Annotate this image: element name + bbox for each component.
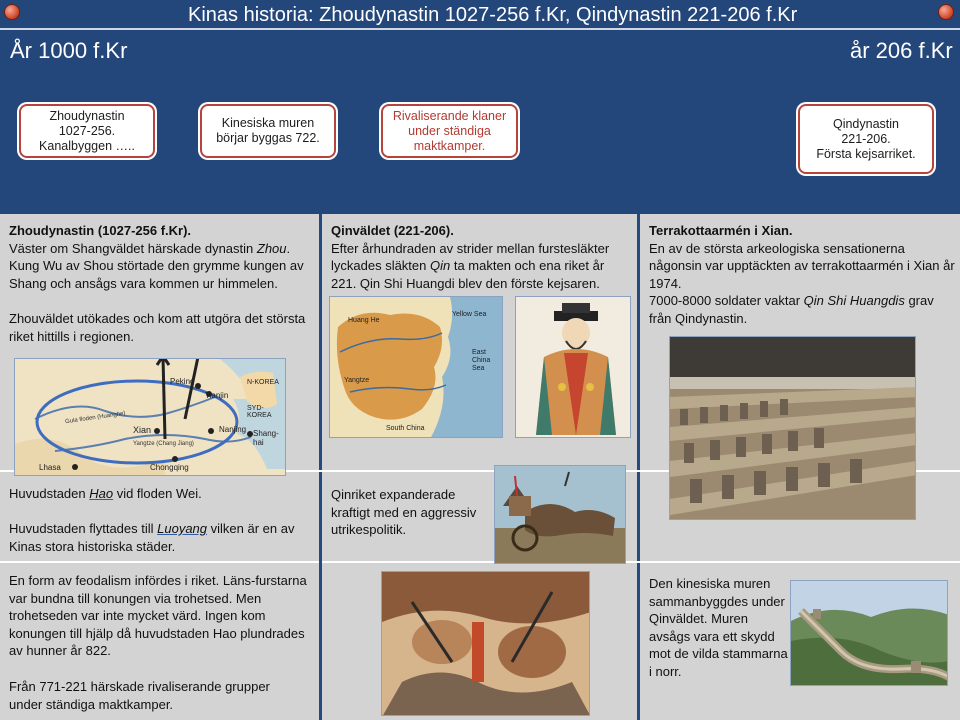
qin-text: Qinväldet (221-206). Efter århundraden a… [331,223,610,291]
qin-map-label-huanghe: Huang He [348,317,380,324]
battle-painting-image [381,571,590,716]
qin-expand-text: Qinriket expanderade kraftigt med en agg… [331,487,477,537]
map-label-yangtze: Yangtze (Chang Jiang) [133,441,194,447]
map-label-lhasa: Lhasa [39,463,61,472]
zhou-feudal-text: En form av feodalism infördes i riket. L… [9,573,307,658]
column-divider [319,214,322,720]
zhou-moved-text: Huvudstaden flyttades till Luoyang vilke… [9,521,295,554]
qin-heading: Qinväldet (221-206). [331,223,454,238]
window-close-icon-right[interactable] [938,4,954,20]
row-divider [322,561,960,563]
great-wall-image [790,580,948,686]
map-label-nanjing: Nanjing [219,425,247,434]
timeline-event-qin: Qindynastin 221-206. Första kejsarriket. [798,104,934,174]
zhou-heading: Zhoudynastin (1027-256 f.Kr). [9,223,192,238]
title-bar: Kinas historia: Zhoudynastin 1027-256 f.… [0,0,960,30]
qin-map-label-yellow-sea: Yellow Sea [452,311,487,318]
timeline-event-clans: Rivaliserande klaner under ständiga makt… [381,104,518,158]
map-label-beijing: Peking [170,377,195,386]
zhou-map-image: Peking Tianjin N-KOREA SYD-KOREA Xian Na… [14,358,286,476]
timeline-event-zhou: Zhoudynastin 1027-256. Kanalbyggen ….. [19,104,155,158]
map-label-chongqing: Chongqing [150,463,189,472]
map-label-skorea: SYD-KOREA [247,405,272,419]
zhou-rivals-text: Från 771-221 härskade rivaliserande grup… [9,679,270,712]
column-divider [637,214,640,720]
zhou-paragraph-3: Zhouväldet utökades och kom att utgöra d… [9,311,306,344]
header-banner: Kinas historia: Zhoudynastin 1027-256 f.… [0,0,960,214]
great-wall-text: Den kinesiska muren sammanbyggdes under … [649,576,788,679]
page-title: Kinas historia: Zhoudynastin 1027-256 f.… [188,4,798,26]
row-divider [0,561,319,563]
map-label-xian: Xian [133,425,152,435]
emperor-portrait-image [515,296,631,438]
map-label-nkorea: N-KOREA [247,379,279,386]
terracotta-heading: Terrakottaarmén i Xian. [649,223,793,238]
qin-map-label-yangtze: Yangtze [344,377,370,384]
window-close-icon[interactable] [4,4,20,20]
zhou-paragraph-2: Kung Wu av Shou störtade den grymme kung… [9,258,304,291]
map-label-tianjin: Tianjin [205,391,229,400]
terracotta-paragraph-1: En av de största arkeologiska sensatione… [649,240,955,291]
qin-map-image: Huang He Yellow Sea East China Sea South… [329,296,503,438]
timeline: År 1000 f.Kr år 206 f.Kr Zhoudynastin 10… [0,28,960,214]
terracotta-army-image [669,336,916,520]
zhou-text: Zhoudynastin (1027-256 f.Kr). Väster om … [9,223,304,291]
zhou-capital-text: Huvudstaden Hao vid floden Wei. [9,486,202,501]
map-label-shanghai: Shang-hai [253,429,279,447]
timeline-end-year: år 206 f.Kr [850,38,953,63]
terracotta-text: Terrakottaarmén i Xian. En av de största… [649,223,955,326]
timeline-event-wall: Kinesiska muren börjar byggas 722. [200,104,336,158]
timeline-start-year: År 1000 f.Kr [10,38,128,63]
qin-map-label-east-china-sea: East China Sea [472,349,491,372]
qin-map-label-south-china: South China [386,425,425,432]
chariot-image [494,465,626,564]
